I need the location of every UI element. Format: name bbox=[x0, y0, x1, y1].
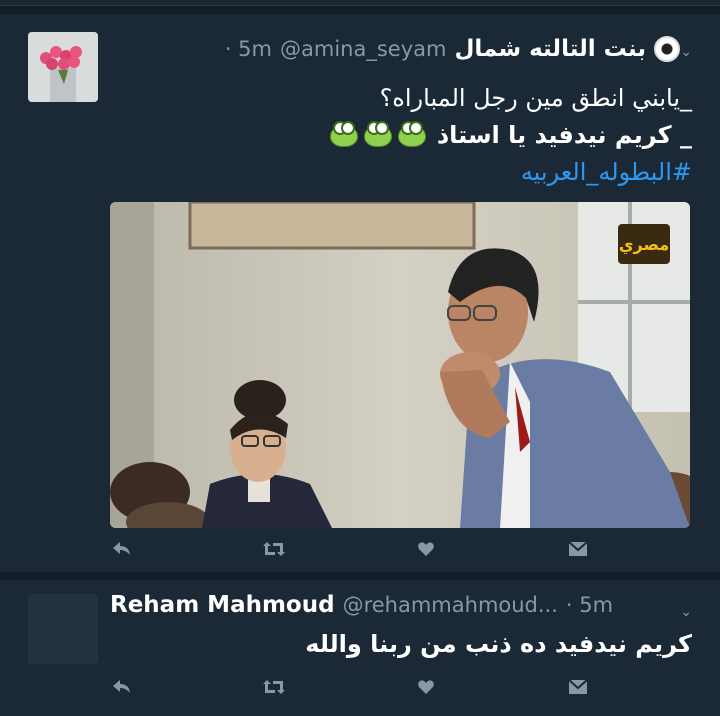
tweet[interactable]: Reham Mahmoud @rehammahmoud... · 5m ⌄ كر… bbox=[0, 580, 720, 716]
frog-emoji-icon bbox=[364, 121, 393, 147]
soccer-ball-icon bbox=[654, 36, 680, 62]
frog-emoji-icon bbox=[398, 121, 427, 147]
envelope-icon[interactable] bbox=[566, 540, 590, 561]
timestamp[interactable]: · 5m bbox=[225, 37, 272, 61]
display-name[interactable]: بنت التالته شمال bbox=[454, 36, 646, 62]
hashtag-link[interactable]: #البطوله_العربيه bbox=[327, 154, 692, 191]
tweet-line-with-emoji: _ كريم نيدفيد يا استاذ bbox=[327, 117, 692, 154]
tweet-text: _يابني انطق مين رجل المباراه؟ _ كريم نيد… bbox=[327, 80, 692, 191]
retweet-icon[interactable] bbox=[262, 678, 286, 699]
tweet-header: بنت التالته شمال @amina_seyam · 5m bbox=[225, 36, 680, 62]
previous-tweet-edge bbox=[0, 0, 720, 6]
avatar[interactable] bbox=[28, 594, 98, 664]
frog-emoji-icon bbox=[330, 121, 359, 147]
avatar[interactable] bbox=[28, 32, 98, 102]
reply-icon[interactable] bbox=[110, 678, 134, 699]
timestamp[interactable]: · 5m bbox=[566, 593, 613, 617]
tweet-line: _ كريم نيدفيد يا استاذ bbox=[436, 121, 692, 149]
chevron-down-icon[interactable]: ⌄ bbox=[680, 604, 692, 620]
tweet-line: _يابني انطق مين رجل المباراه؟ bbox=[379, 84, 692, 112]
envelope-icon[interactable] bbox=[566, 678, 590, 699]
tweet-media-image[interactable]: ﻣﺼﺮﻱ bbox=[110, 202, 690, 528]
heart-icon[interactable] bbox=[414, 540, 438, 561]
tweet[interactable]: بنت التالته شمال @amina_seyam · 5m ⌄ _يا… bbox=[0, 14, 720, 572]
channel-logo: ﻣﺼﺮﻱ bbox=[619, 235, 669, 255]
display-name[interactable]: Reham Mahmoud bbox=[110, 592, 335, 618]
user-handle[interactable]: @rehammahmoud... bbox=[343, 593, 558, 617]
tweet-actions bbox=[110, 538, 590, 562]
tweet-actions bbox=[110, 676, 590, 700]
tweet-header: Reham Mahmoud @rehammahmoud... · 5m bbox=[110, 592, 613, 618]
user-handle[interactable]: @amina_seyam bbox=[280, 37, 446, 61]
reply-icon[interactable] bbox=[110, 540, 134, 561]
chevron-down-icon[interactable]: ⌄ bbox=[680, 44, 692, 60]
tweet-text: كريم نيدفيد ده ذنب من ربنا والله bbox=[305, 626, 692, 663]
heart-icon[interactable] bbox=[414, 678, 438, 699]
retweet-icon[interactable] bbox=[262, 540, 286, 561]
tweet-line: كريم نيدفيد ده ذنب من ربنا والله bbox=[305, 630, 692, 658]
